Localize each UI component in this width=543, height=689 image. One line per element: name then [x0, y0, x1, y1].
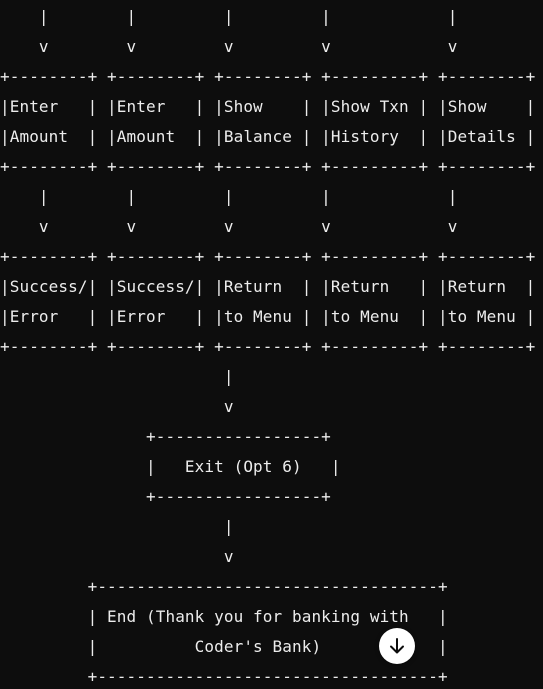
scroll-down-button[interactable]	[379, 628, 415, 664]
code-line: | Exit (Opt 6) |	[0, 457, 341, 476]
code-line: +--------+ +--------+ +--------+ +------…	[0, 67, 536, 86]
code-line: +-----------------------------------+	[0, 667, 448, 686]
code-line: +-----------------+	[0, 487, 331, 506]
code-line: | Coder's Bank) |	[0, 637, 448, 656]
code-line: | End (Thank you for banking with |	[0, 607, 448, 626]
code-line: +--------+ +--------+ +--------+ +------…	[0, 247, 536, 266]
code-line: | | | | |	[0, 7, 458, 26]
code-line: | | | | |	[0, 187, 458, 206]
code-line: |Success/| |Success/| |Return | |Return …	[0, 277, 536, 296]
code-line: +--------+ +--------+ +--------+ +------…	[0, 157, 536, 176]
code-line: +--------+ +--------+ +--------+ +------…	[0, 337, 536, 356]
code-line: v	[0, 397, 234, 416]
code-line: +-----------------+	[0, 427, 331, 446]
arrow-down-icon	[390, 638, 404, 654]
code-line: v v v v v	[0, 37, 458, 56]
code-line: |Enter | |Enter | |Show | |Show Txn | |S…	[0, 97, 536, 116]
code-line: v v v v v	[0, 217, 458, 236]
code-line: |	[0, 367, 234, 386]
code-line: |	[0, 517, 234, 536]
code-line: v	[0, 547, 234, 566]
code-line: |Amount | |Amount | |Balance | |History …	[0, 127, 536, 146]
code-block: | | | | | v v v v v +--------+ +--------…	[0, 0, 543, 689]
code-line: |Error | |Error | |to Menu | |to Menu | …	[0, 307, 536, 326]
code-line: +-----------------------------------+	[0, 577, 448, 596]
